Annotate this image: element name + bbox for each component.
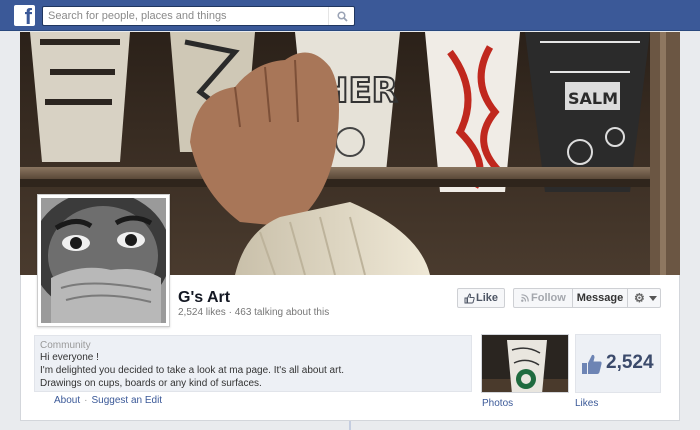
- timeline-divider: [349, 421, 351, 430]
- likes-link[interactable]: Likes: [575, 398, 598, 409]
- about-text-line: I'm delighted you decided to take a look…: [40, 365, 345, 376]
- chevron-down-icon: [649, 296, 657, 301]
- gear-icon: ⚙: [634, 291, 645, 305]
- profile-photo[interactable]: [37, 194, 170, 327]
- page-title: G's Art: [178, 289, 231, 306]
- svg-text:SALM: SALM: [568, 89, 618, 108]
- like-button[interactable]: Like: [457, 288, 505, 308]
- link-separator: ·: [84, 395, 88, 406]
- page-stats: 2,524 likes · 463 talking about this: [178, 307, 330, 318]
- magnifier-icon: [337, 11, 348, 22]
- top-bar: f: [0, 0, 700, 31]
- likes-box[interactable]: 2,524: [575, 334, 661, 393]
- about-box: Community Hi everyone ! I'm delighted yo…: [34, 335, 472, 392]
- suggest-edit-link[interactable]: Suggest an Edit: [91, 395, 162, 406]
- about-links: About · Suggest an Edit: [54, 395, 162, 406]
- search-box: [42, 6, 355, 26]
- page-category: Community: [40, 340, 91, 351]
- thumbs-up-icon: [582, 354, 602, 374]
- like-label: Like: [476, 292, 499, 304]
- follow-button[interactable]: Follow: [514, 289, 573, 307]
- about-text-line: Hi everyone !: [40, 352, 99, 363]
- about-link[interactable]: About: [54, 395, 80, 406]
- rss-icon: [521, 294, 529, 302]
- action-button-group: Follow Message ⚙: [513, 288, 661, 308]
- facebook-logo[interactable]: f: [14, 5, 35, 28]
- photos-thumbnail[interactable]: [481, 334, 569, 393]
- settings-dropdown-button[interactable]: ⚙: [628, 289, 660, 307]
- likes-count: 2,524: [606, 352, 654, 373]
- thumbs-up-icon: [464, 293, 475, 304]
- message-label: Message: [576, 292, 624, 304]
- about-text-line: Drawings on cups, boards or any kind of …: [40, 378, 262, 389]
- follow-label: Follow: [531, 292, 566, 304]
- photos-link[interactable]: Photos: [482, 398, 513, 409]
- message-button[interactable]: Message: [573, 289, 628, 307]
- search-input[interactable]: [43, 7, 329, 25]
- search-button[interactable]: [328, 7, 354, 25]
